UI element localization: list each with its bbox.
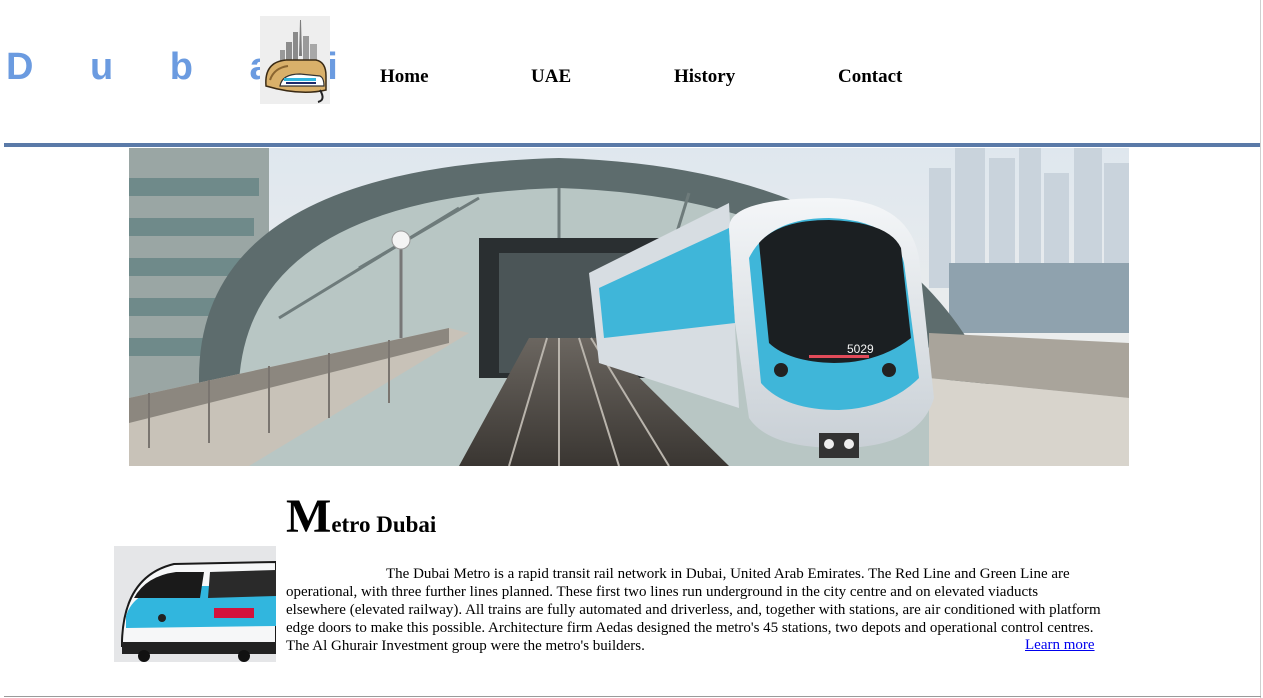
learn-more-link[interactable]: Learn more [1025,637,1095,654]
nav-history-link[interactable]: History [674,66,735,88]
train-number-label: 5029 [847,342,874,356]
hero-metro-image: 5029 [129,148,1129,466]
nav-home-link[interactable]: Home [380,66,429,88]
nav-contact-link[interactable]: Contact [838,66,902,88]
article-title: Metro Dubai [286,493,436,541]
metro-train-thumbnail [114,546,276,662]
article-body: The Dubai Metro is a rapid transit rail … [286,565,1101,655]
footer-divider [4,696,1261,697]
title-drop-cap: M [286,490,332,543]
header-divider [4,143,1261,147]
nav-uae-link[interactable]: UAE [531,66,571,88]
page: D u b a i Home UAE History Contact 5029 … [0,0,1263,698]
title-rest: etro Dubai [331,512,437,537]
page-edge-line [1260,0,1261,698]
article-body-text: The Dubai Metro is a rapid transit rail … [286,566,1101,654]
dubai-logo [260,16,330,104]
